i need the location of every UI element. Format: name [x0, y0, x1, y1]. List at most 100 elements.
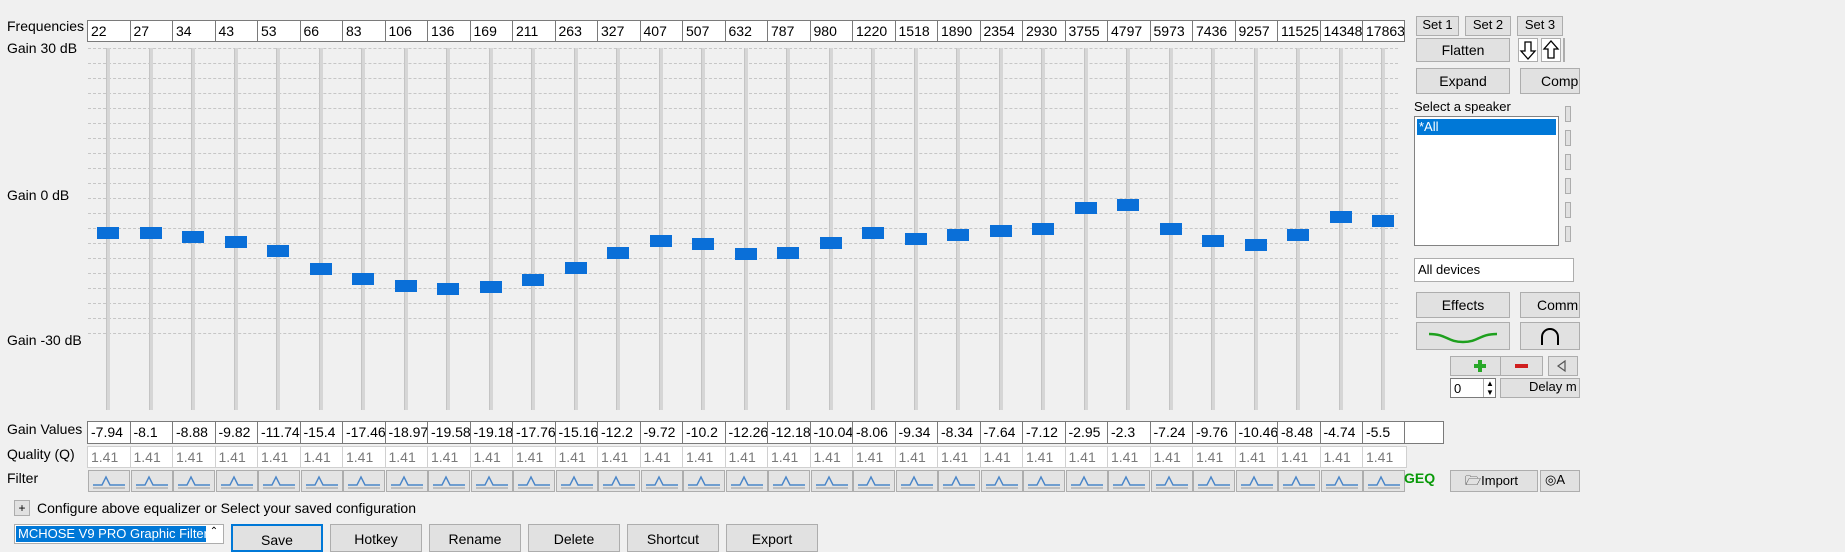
filter-type-button[interactable] [555, 470, 598, 492]
frequency-field[interactable]: 787 [767, 20, 812, 42]
filter-type-button[interactable] [980, 470, 1023, 492]
quality-field[interactable]: 1.41 [724, 446, 770, 468]
configure-expand-button[interactable]: + [14, 500, 30, 516]
frequency-field[interactable]: 17863 [1362, 20, 1405, 42]
quality-field[interactable]: 1.41 [1107, 446, 1152, 468]
config-hotkey-button[interactable]: Hotkey [330, 524, 422, 552]
filter-type-button[interactable] [513, 470, 555, 492]
quality-field[interactable]: 1.41 [554, 446, 600, 468]
quality-field[interactable]: 1.41 [639, 446, 685, 468]
slider-thumb[interactable] [607, 247, 629, 260]
slider-thumb[interactable] [1159, 223, 1182, 236]
gain-value-field[interactable]: -9.76 [1192, 421, 1237, 444]
gain-value-field[interactable]: -7.24 [1149, 421, 1195, 444]
slider-track[interactable] [318, 48, 323, 410]
slider-track[interactable] [616, 48, 620, 410]
frequency-field[interactable]: 53 [257, 20, 302, 42]
slider-track[interactable] [701, 48, 705, 410]
filter-type-button[interactable] [1023, 470, 1065, 492]
quality-field[interactable]: 1.41 [1192, 446, 1237, 468]
frequency-field[interactable]: 2930 [1022, 20, 1067, 42]
slider-thumb[interactable] [564, 261, 587, 274]
import-button[interactable]: 🗁Import [1450, 470, 1538, 492]
speaker-item-all[interactable]: *All [1417, 119, 1556, 135]
gain-value-field[interactable]: -17.46 [342, 421, 387, 444]
filter-type-button[interactable] [130, 470, 173, 492]
gain-value-field[interactable]: -8.88 [172, 421, 217, 444]
filter-type-button[interactable] [343, 470, 385, 492]
filter-type-button[interactable] [428, 470, 470, 492]
gain-value-field[interactable]: -9.72 [639, 421, 685, 444]
quality-field[interactable]: 1.41 [852, 446, 897, 468]
frequency-field[interactable]: 136 [427, 20, 472, 42]
slider-track[interactable] [1253, 48, 1258, 410]
frequency-field[interactable]: 5973 [1149, 20, 1195, 42]
config-list[interactable]: MCHOSE V9 PRO Graphic Filters ⌃ [14, 524, 224, 544]
filter-type-button[interactable] [725, 470, 768, 492]
slider-thumb[interactable] [1202, 235, 1224, 248]
filter-type-button[interactable] [1320, 470, 1363, 492]
frequency-field[interactable]: 22 [87, 20, 132, 42]
quality-field[interactable]: 1.41 [809, 446, 855, 468]
slider-track[interactable] [276, 48, 280, 410]
comm-button[interactable]: Comm [1520, 292, 1580, 318]
set2-button[interactable]: Set 2 [1465, 16, 1511, 36]
frequency-field[interactable]: 14348 [1319, 20, 1365, 42]
filter-type-button[interactable] [1108, 470, 1150, 492]
quality-field[interactable]: 1.41 [299, 446, 345, 468]
slider-thumb[interactable] [139, 227, 162, 240]
quality-field[interactable]: 1.41 [214, 446, 260, 468]
slider-track[interactable] [786, 48, 790, 410]
slider-thumb[interactable] [819, 236, 842, 249]
slider-thumb[interactable] [1074, 202, 1097, 215]
quality-field[interactable]: 1.41 [129, 446, 175, 468]
effects-button[interactable]: Effects [1416, 292, 1510, 318]
slider-track[interactable] [361, 48, 365, 410]
slider-thumb[interactable] [182, 231, 204, 244]
frequency-field[interactable]: 83 [342, 20, 387, 42]
frequency-field[interactable]: 66 [299, 20, 345, 42]
slider-thumb[interactable] [352, 272, 374, 285]
gain-value-field[interactable]: -2.3 [1107, 421, 1152, 444]
extra-gain-field[interactable] [1404, 421, 1444, 444]
quality-field[interactable]: 1.41 [1319, 446, 1365, 468]
chevron-up-icon[interactable]: ⌃ [206, 526, 222, 542]
slider-thumb[interactable] [1287, 229, 1309, 242]
slider-thumb[interactable] [947, 228, 969, 241]
slider-track[interactable] [1126, 48, 1130, 410]
slider-thumb[interactable] [1117, 199, 1139, 212]
frequency-field[interactable]: 9257 [1234, 20, 1280, 42]
frequency-field[interactable]: 632 [724, 20, 770, 42]
remove-band-button[interactable] [1500, 356, 1543, 376]
quality-field[interactable]: 1.41 [1362, 446, 1407, 468]
gain-value-field[interactable]: -7.94 [87, 421, 132, 444]
gain-value-field[interactable]: -7.12 [1022, 421, 1067, 444]
gain-value-field[interactable]: -5.5 [1362, 421, 1407, 444]
gain-value-field[interactable]: -19.18 [469, 421, 515, 444]
filter-type-button[interactable] [1065, 470, 1108, 492]
filter-type-button[interactable] [938, 470, 980, 492]
frequency-field[interactable]: 1890 [937, 20, 982, 42]
frequency-field[interactable]: 7436 [1192, 20, 1237, 42]
config-selected-item[interactable]: MCHOSE V9 PRO Graphic Filters [16, 526, 206, 542]
slider-thumb[interactable] [777, 247, 799, 260]
frequency-field[interactable]: 11525 [1277, 20, 1322, 42]
slider-thumb[interactable] [224, 235, 247, 248]
filter-type-button[interactable] [300, 470, 343, 492]
gain-value-field[interactable]: -15.4 [299, 421, 345, 444]
slider-thumb[interactable] [1329, 211, 1352, 224]
slider-thumb[interactable] [1244, 238, 1267, 251]
slider-thumb[interactable] [989, 225, 1012, 238]
quality-field[interactable]: 1.41 [172, 446, 217, 468]
gain-value-field[interactable]: -9.34 [894, 421, 940, 444]
quality-field[interactable]: 1.41 [87, 446, 132, 468]
slider-thumb[interactable] [904, 233, 927, 246]
filter-type-button[interactable] [1235, 470, 1278, 492]
slider-track[interactable] [531, 48, 535, 410]
frequency-field[interactable]: 4797 [1107, 20, 1152, 42]
quality-field[interactable]: 1.41 [469, 446, 515, 468]
filter-type-button[interactable] [258, 470, 300, 492]
delay-spinner[interactable]: ▲ ▼ [1483, 379, 1496, 397]
quality-field[interactable]: 1.41 [1277, 446, 1322, 468]
quality-field[interactable]: 1.41 [894, 446, 940, 468]
